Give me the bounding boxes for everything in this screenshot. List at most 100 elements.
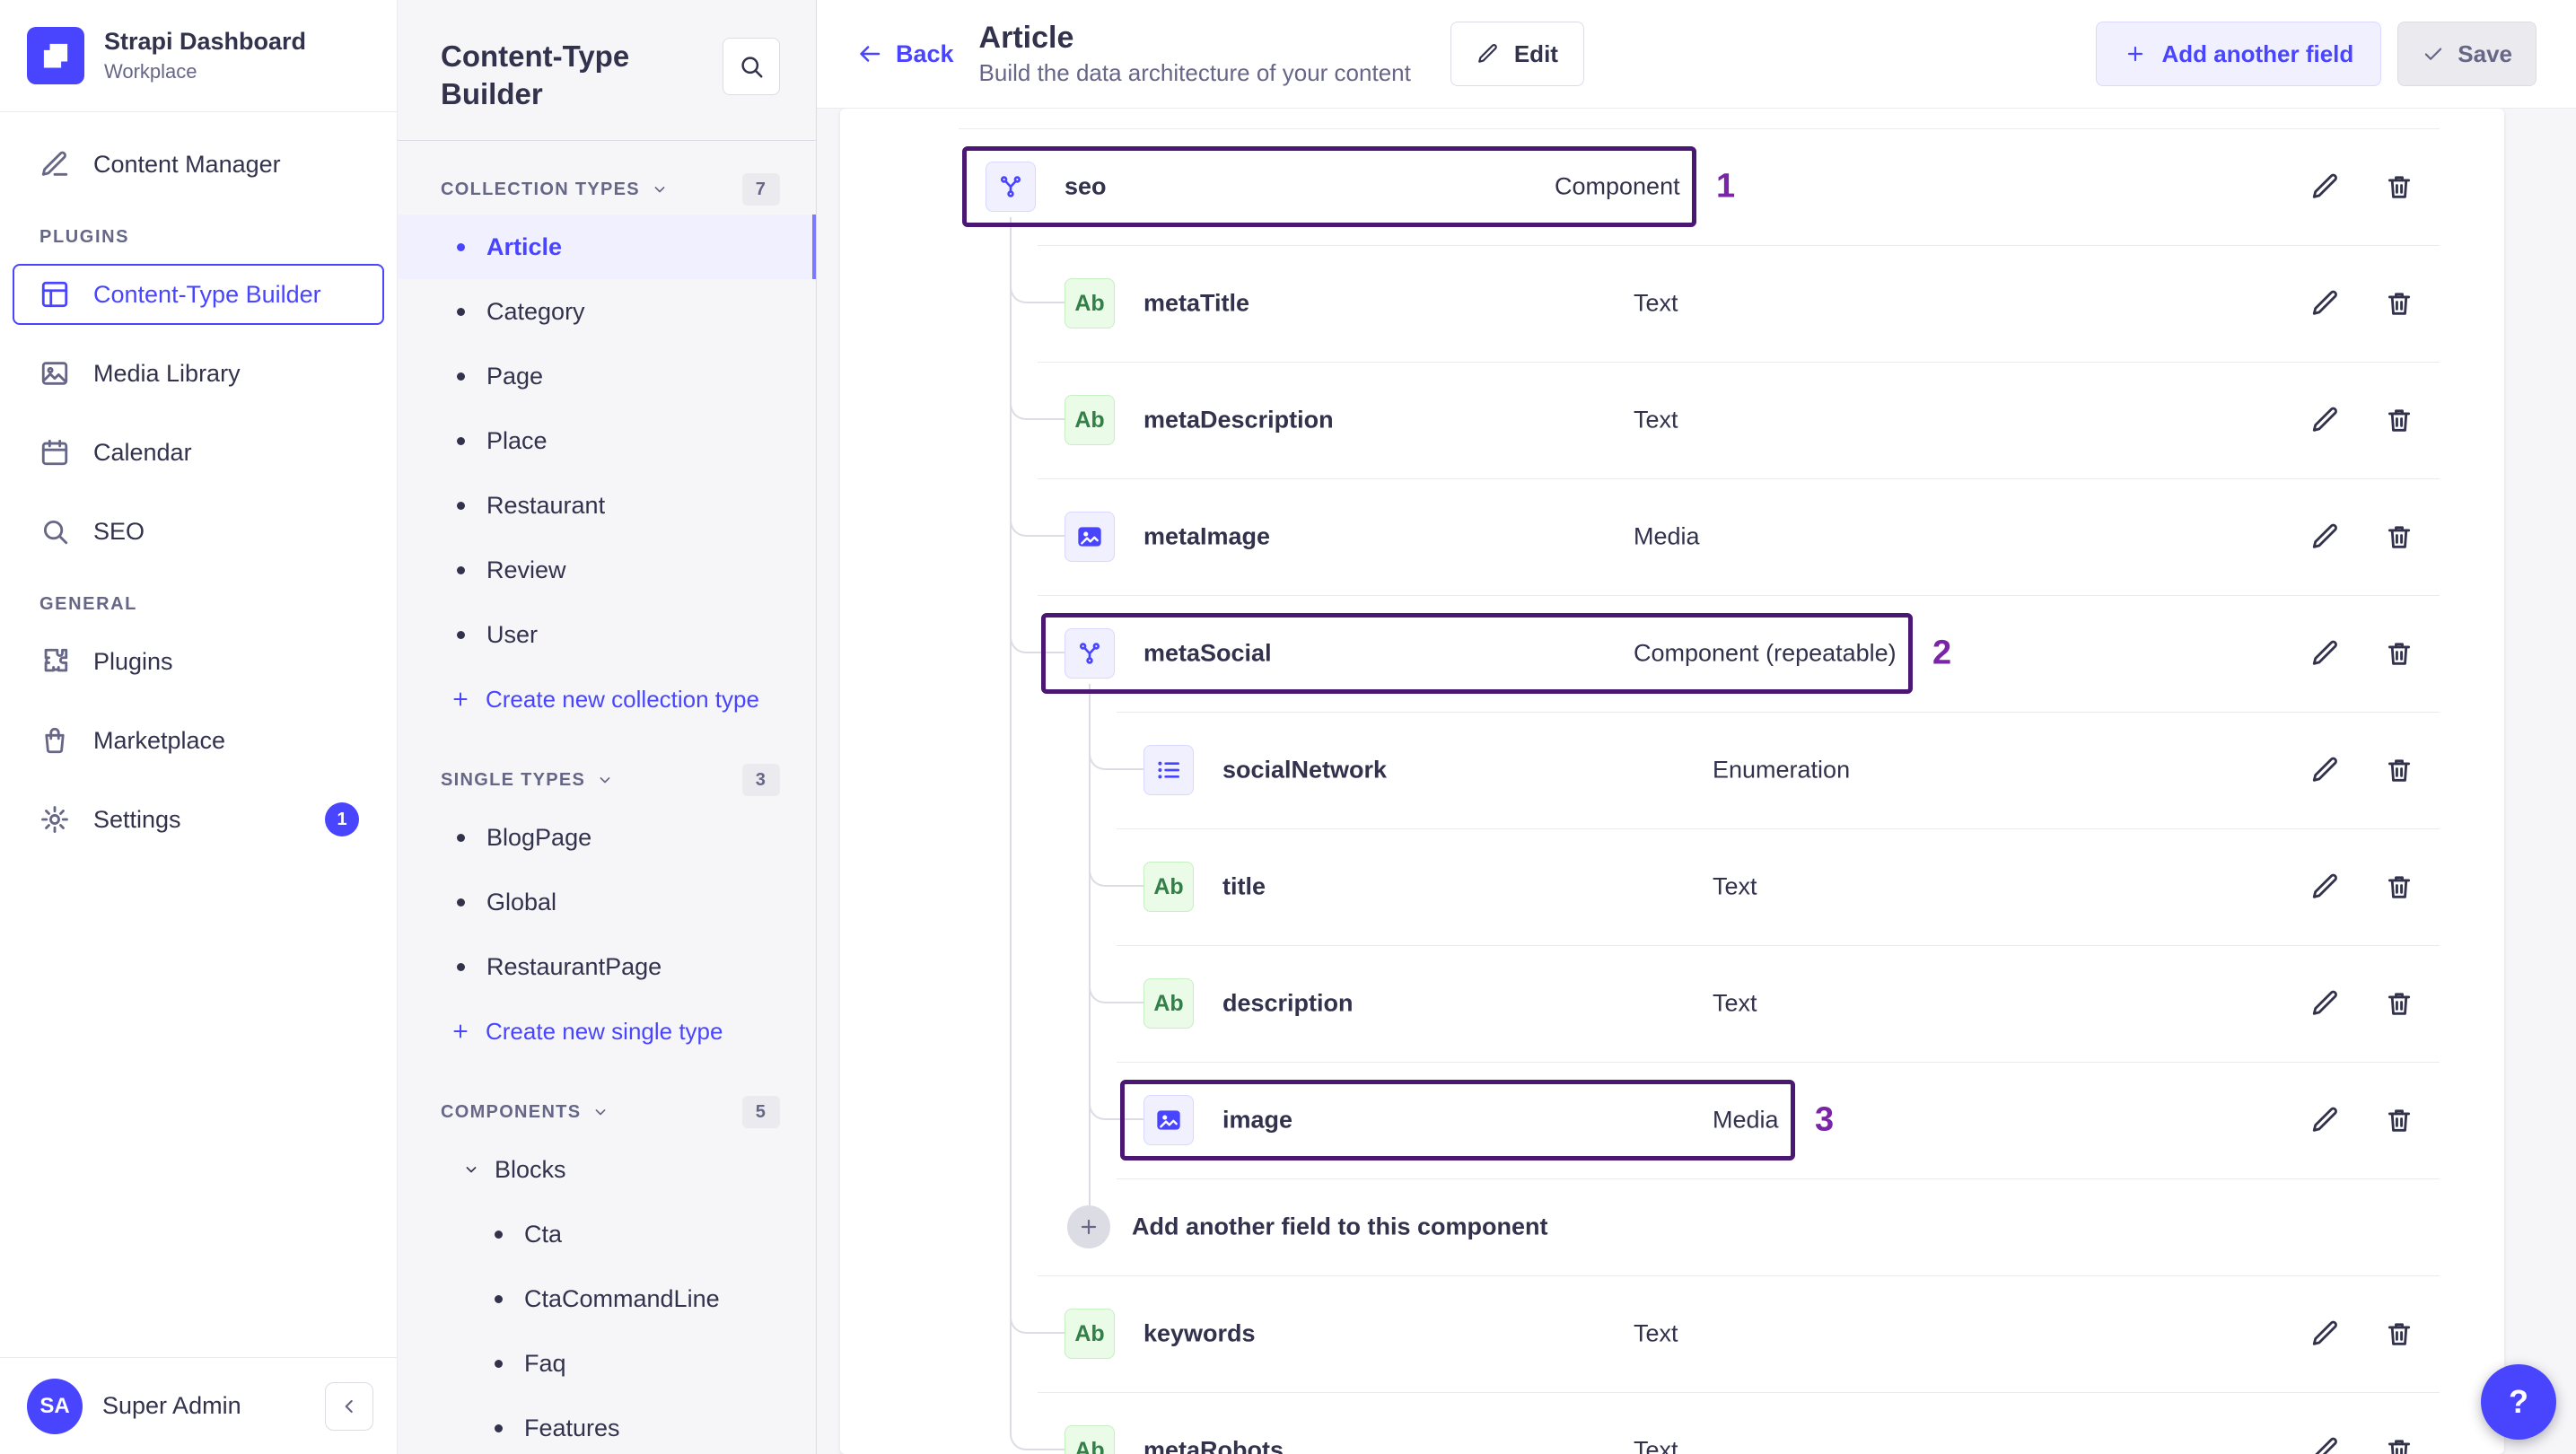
edit-field-button[interactable] xyxy=(2309,1433,2343,1454)
sidebar-item-plugins[interactable]: Plugins xyxy=(13,631,384,692)
add-another-field-button[interactable]: Add another field xyxy=(2096,22,2382,86)
sidebar-item-label: Settings xyxy=(93,805,181,833)
sidebar-item-content-type-builder[interactable]: Content-Type Builder xyxy=(13,264,384,325)
pencil-icon xyxy=(2310,405,2341,435)
row-actions xyxy=(2309,1317,2416,1351)
create-new-single-type-link[interactable]: Create new single type xyxy=(398,999,816,1064)
bullet-icon xyxy=(457,898,465,907)
sidebar-item-settings[interactable]: Settings 1 xyxy=(13,789,384,850)
delete-field-button[interactable] xyxy=(2382,753,2416,787)
collapse-sidebar-button[interactable] xyxy=(325,1381,373,1431)
row-divider xyxy=(1038,1275,2440,1276)
add-field-plus-icon[interactable] xyxy=(1067,1205,1110,1248)
sidebar-item-marketplace[interactable]: Marketplace xyxy=(13,710,384,771)
collection-types-item-article[interactable]: Article xyxy=(398,215,816,280)
delete-field-button[interactable] xyxy=(2382,870,2416,904)
calendar-icon xyxy=(39,437,70,468)
chevron-down-icon xyxy=(462,1161,480,1178)
pencil-icon xyxy=(1476,42,1500,66)
sidebar-item-media-library[interactable]: Media Library xyxy=(13,343,384,404)
sidebar-item-calendar[interactable]: Calendar xyxy=(13,422,384,483)
component-item-ctacommandline[interactable]: CtaCommandLine xyxy=(398,1266,816,1331)
item-label: BlogPage xyxy=(486,823,592,851)
edit-field-button[interactable] xyxy=(2309,520,2343,554)
component-item-faq[interactable]: Faq xyxy=(398,1331,816,1396)
collection-types-item-restaurant[interactable]: Restaurant xyxy=(398,473,816,538)
edit-field-button[interactable] xyxy=(2309,753,2343,787)
row-divider xyxy=(1117,945,2440,946)
row-divider xyxy=(1117,1178,2440,1179)
edit-button[interactable]: Edit xyxy=(1450,22,1584,86)
field-type: Component xyxy=(1555,172,1680,200)
text-icon: Ab xyxy=(1143,862,1194,912)
field-name: metaImage xyxy=(1143,522,1271,550)
field-type: Text xyxy=(1713,872,1757,900)
component-item-features[interactable]: Features xyxy=(398,1396,816,1454)
workspace-title: Strapi Dashboard xyxy=(104,28,307,55)
field-name: description xyxy=(1222,989,1354,1017)
main-nav: Content Manager PLUGINS Content-Type Build… xyxy=(0,112,397,1357)
collection-types-item-category[interactable]: Category xyxy=(398,279,816,344)
collection-types-item-page[interactable]: Page xyxy=(398,344,816,408)
component-item-cta[interactable]: Cta xyxy=(398,1202,816,1266)
pen-icon xyxy=(39,149,70,180)
delete-field-button[interactable] xyxy=(2382,986,2416,1020)
component-category-blocks[interactable]: Blocks xyxy=(398,1137,816,1202)
field-row-metaSocial: metaSocial Component (repeatable) 2 xyxy=(959,595,2440,712)
sidebar-item-seo[interactable]: SEO xyxy=(13,501,384,562)
field-name: metaTitle xyxy=(1143,289,1250,317)
bag-icon xyxy=(39,725,70,756)
delete-field-button[interactable] xyxy=(2382,636,2416,670)
back-link[interactable]: Back xyxy=(856,40,954,68)
edit-field-button[interactable] xyxy=(2309,870,2343,904)
single-types-item-blogpage[interactable]: BlogPage xyxy=(398,805,816,870)
item-label: CtaCommandLine xyxy=(524,1284,720,1312)
bullet-icon xyxy=(457,962,465,971)
sidebar-item-label: SEO xyxy=(93,517,145,545)
group-header-components[interactable]: COMPONENTS 5 xyxy=(441,1096,780,1129)
add-field-to-component-row[interactable]: Add another field to this component xyxy=(959,1178,2440,1275)
edit-field-button[interactable] xyxy=(2309,636,2343,670)
chevron-left-icon xyxy=(337,1395,361,1418)
trash-icon xyxy=(2384,521,2414,552)
field-name: keywords xyxy=(1143,1319,1256,1347)
edit-field-button[interactable] xyxy=(2309,170,2343,204)
trash-icon xyxy=(2384,1105,2414,1135)
edit-field-button[interactable] xyxy=(2309,1317,2343,1351)
delete-field-button[interactable] xyxy=(2382,403,2416,437)
collection-types-item-review[interactable]: Review xyxy=(398,538,816,602)
field-row-image: image Media 3 xyxy=(959,1062,2440,1178)
field-name: socialNetwork xyxy=(1222,756,1388,784)
single-types-item-restaurantpage[interactable]: RestaurantPage xyxy=(398,934,816,999)
row-divider xyxy=(1038,245,2440,246)
layout-icon xyxy=(39,279,70,310)
group-header-single-types[interactable]: SINGLE TYPES 3 xyxy=(441,764,780,797)
edit-field-button[interactable] xyxy=(2309,986,2343,1020)
strapi-logo-icon xyxy=(27,27,84,84)
annotation-number-2: 2 xyxy=(1932,634,1952,672)
component-icon xyxy=(986,162,1036,212)
help-button[interactable]: ? xyxy=(2481,1364,2556,1440)
create-new-collection-type-link[interactable]: Create new collection type xyxy=(398,667,816,731)
collection-types-item-place[interactable]: Place xyxy=(398,408,816,473)
delete-field-button[interactable] xyxy=(2382,1433,2416,1454)
bullet-icon xyxy=(457,565,465,574)
single-types-item-global[interactable]: Global xyxy=(398,870,816,934)
edit-field-button[interactable] xyxy=(2309,1103,2343,1137)
collection-types-item-user[interactable]: User xyxy=(398,602,816,667)
delete-field-button[interactable] xyxy=(2382,520,2416,554)
tree-connector-elbow xyxy=(1010,1310,1065,1334)
delete-field-button[interactable] xyxy=(2382,170,2416,204)
delete-field-button[interactable] xyxy=(2382,1103,2416,1137)
group-header-collection-types[interactable]: COLLECTION TYPES 7 xyxy=(441,173,780,206)
edit-field-button[interactable] xyxy=(2309,403,2343,437)
field-row-title: Ab title Text xyxy=(959,828,2440,945)
save-button[interactable]: Save xyxy=(2397,22,2537,86)
tree-connector-elbow xyxy=(1089,747,1143,770)
delete-field-button[interactable] xyxy=(2382,286,2416,320)
pencil-icon xyxy=(2310,171,2341,202)
search-button[interactable] xyxy=(723,38,780,95)
delete-field-button[interactable] xyxy=(2382,1317,2416,1351)
edit-field-button[interactable] xyxy=(2309,286,2343,320)
sidebar-item-content-manager[interactable]: Content Manager xyxy=(13,134,384,195)
